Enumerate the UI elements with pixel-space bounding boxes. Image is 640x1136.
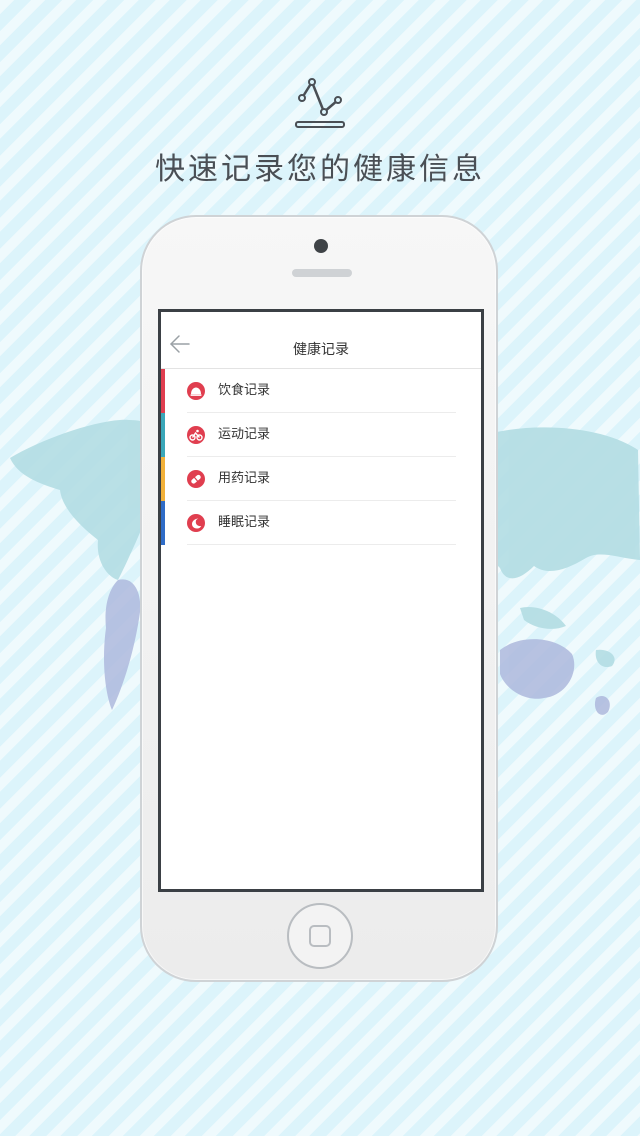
menu-item-medication[interactable]: 用药记录 [161, 457, 481, 501]
menu-accent-bar [161, 369, 165, 413]
menu-item-label: 饮食记录 [218, 383, 271, 398]
food-dish-icon [187, 382, 205, 400]
menu-item-label: 用药记录 [218, 471, 271, 486]
menu-item-label: 运动记录 [218, 427, 271, 442]
menu-accent-bar [161, 457, 165, 501]
phone-speaker [292, 269, 352, 277]
home-button-square [309, 925, 331, 947]
menu-accent-bar [161, 501, 165, 545]
menu-accent-bar [161, 413, 165, 457]
line-chart-stand-icon [295, 78, 345, 128]
phone-screen: 健康记录 饮食记录 运动记录 用药记录 睡眠记录 [158, 309, 484, 892]
promo-tagline: 快速记录您的健康信息 [155, 152, 485, 187]
bicycle-icon [187, 426, 205, 444]
phone-frame: 健康记录 饮食记录 运动记录 用药记录 睡眠记录 [140, 215, 498, 982]
record-menu: 饮食记录 运动记录 用药记录 睡眠记录 [161, 369, 481, 545]
pill-icon [187, 470, 205, 488]
menu-item-exercise[interactable]: 运动记录 [161, 413, 481, 457]
app-header: 健康记录 [161, 312, 481, 369]
home-button[interactable] [287, 903, 353, 969]
phone-camera [314, 239, 328, 253]
menu-item-label: 睡眠记录 [218, 515, 271, 530]
moon-icon [187, 514, 205, 532]
menu-item-sleep[interactable]: 睡眠记录 [161, 501, 481, 545]
page-title: 健康记录 [293, 342, 349, 358]
divider [187, 544, 456, 545]
menu-item-diet[interactable]: 饮食记录 [161, 369, 481, 413]
